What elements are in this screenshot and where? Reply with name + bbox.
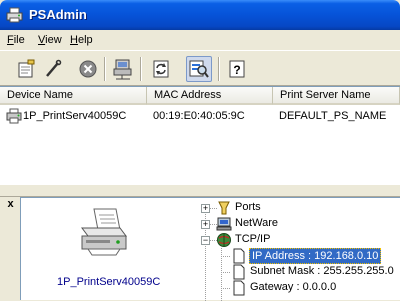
- search-network-button[interactable]: [186, 56, 212, 82]
- stop-icon: [79, 60, 97, 78]
- column-header-device-name[interactable]: Device Name: [0, 87, 147, 105]
- refresh-icon: [153, 60, 169, 78]
- properties-button[interactable]: [13, 56, 39, 82]
- menu-file-accel: F: [7, 34, 14, 46]
- stop-button[interactable]: [75, 56, 101, 82]
- column-header-mac-address[interactable]: MAC Address: [147, 87, 273, 105]
- wrench-icon: [46, 59, 62, 77]
- netware-icon: [216, 217, 232, 231]
- document-icon: [233, 248, 245, 264]
- menu-file-label: ile: [13, 34, 25, 46]
- tree-label-tcpip: TCP/IP: [235, 233, 271, 245]
- menu-help[interactable]: Help: [70, 34, 93, 46]
- close-pane-button[interactable]: x: [3, 198, 18, 211]
- window-title: PSAdmin: [29, 7, 87, 22]
- expand-ports-toggle[interactable]: +: [201, 204, 210, 213]
- globe-network-icon: [217, 233, 231, 247]
- expand-netware-toggle[interactable]: +: [201, 220, 210, 229]
- toolbar-separator: [104, 57, 106, 81]
- pane-splitter[interactable]: [0, 184, 400, 197]
- svg-text:?: ?: [233, 63, 240, 77]
- configure-button[interactable]: [40, 56, 66, 82]
- app-printer-icon: [6, 7, 23, 23]
- tree-line: [221, 288, 230, 289]
- device-list[interactable]: Device Name MAC Address Print Server Nam…: [0, 86, 400, 184]
- column-header-print-server-name[interactable]: Print Server Name: [273, 87, 400, 105]
- tree-label-ip-address: IP Address : 192.168.0.10: [249, 248, 382, 264]
- document-icon: [233, 280, 245, 296]
- menu-view-label: iew: [45, 34, 62, 46]
- toolbar-separator: [140, 57, 142, 81]
- toolbar: ?: [0, 50, 400, 86]
- menu-view[interactable]: View: [38, 34, 62, 46]
- network-printer-button[interactable]: [110, 56, 136, 82]
- print-server-large-icon: [81, 208, 127, 256]
- properties-icon: [18, 59, 35, 78]
- tree-label-subnet-mask: Subnet Mask : 255.255.255.0: [250, 265, 394, 277]
- table-row[interactable]: 1P_PrintServ40059C 00:19:E0:40:05:9C DEF…: [0, 107, 400, 125]
- refresh-button[interactable]: [148, 56, 174, 82]
- detail-box: 1P_PrintServ40059C + + − Ports NetWare T…: [20, 197, 400, 301]
- cell-device-name: 1P_PrintServ40059C: [23, 110, 127, 122]
- collapse-tcpip-toggle[interactable]: −: [201, 236, 210, 245]
- tree-label-netware: NetWare: [235, 217, 278, 229]
- list-header: Device Name MAC Address Print Server Nam…: [0, 87, 400, 105]
- toolbar-separator: [218, 57, 220, 81]
- menu-help-accel: H: [70, 34, 78, 46]
- tree-line: [221, 256, 230, 257]
- print-server-icon: [6, 108, 22, 124]
- menu-help-label: elp: [77, 34, 93, 46]
- cell-print-server-name: DEFAULT_PS_NAME: [279, 110, 387, 122]
- cell-mac-address: 00:19:E0:40:05:9C: [153, 110, 245, 122]
- help-icon: ?: [229, 60, 245, 78]
- ports-icon: [218, 201, 230, 215]
- help-button[interactable]: ?: [224, 56, 250, 82]
- printer-network-icon: [113, 59, 132, 80]
- menu-bar: File View Help: [0, 30, 400, 50]
- title-bar[interactable]: PSAdmin: [0, 0, 400, 30]
- document-icon: [233, 264, 245, 280]
- tree-line: [221, 272, 230, 273]
- device-caption: 1P_PrintServ40059C: [57, 276, 161, 288]
- tree-label-ports: Ports: [235, 201, 261, 213]
- search-network-icon: [189, 60, 209, 78]
- tree-label-gateway: Gateway : 0.0.0.0: [250, 281, 337, 293]
- detail-pane: x 1P_PrintServ40059C + + − Ports NetWare…: [0, 197, 400, 301]
- menu-file[interactable]: File: [7, 34, 25, 46]
